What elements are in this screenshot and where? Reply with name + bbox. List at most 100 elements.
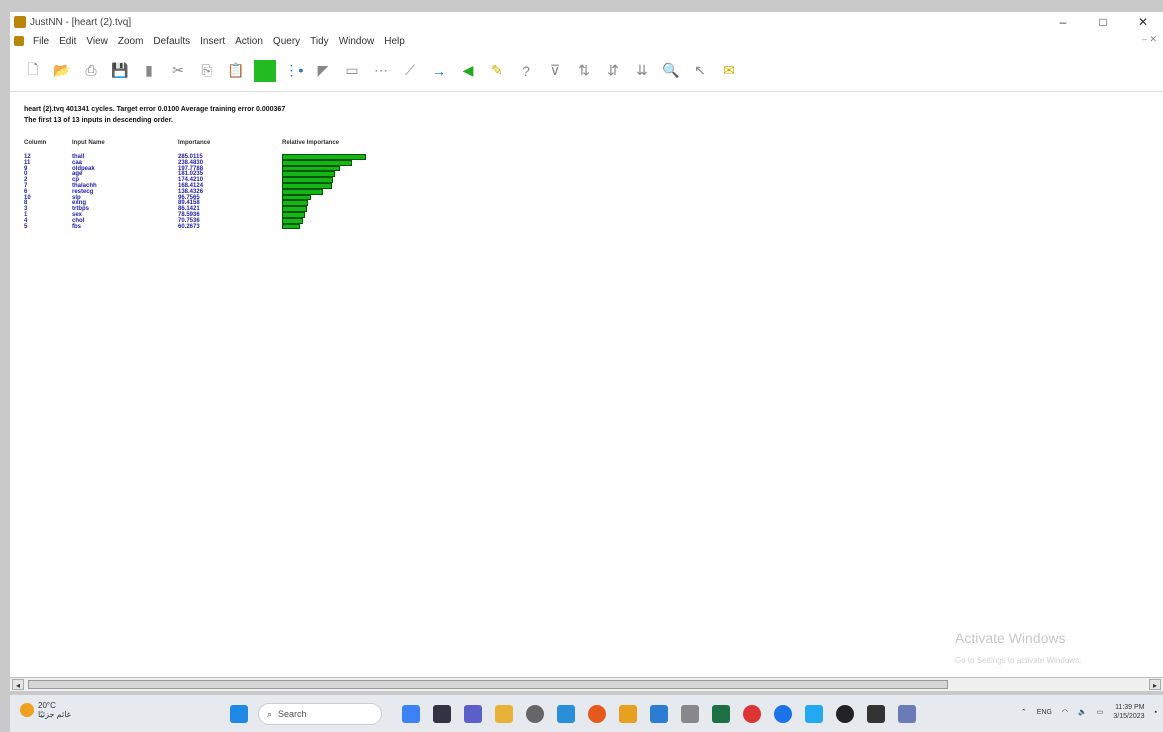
menu-tidy[interactable]: Tidy bbox=[305, 36, 334, 47]
weather-icon bbox=[20, 703, 34, 717]
flag-icon[interactable]: ◀ bbox=[457, 60, 479, 82]
clock-date: 3/15/2023 bbox=[1113, 713, 1145, 720]
pen-icon[interactable]: ✎ bbox=[486, 60, 508, 82]
filter-icon[interactable]: ⊽ bbox=[544, 60, 566, 82]
column-icon[interactable]: ▮ bbox=[138, 60, 160, 82]
col-header-relative: Relative Importance bbox=[282, 140, 340, 146]
column-list: 12 11 9 0 2 7 6 10 8 3 1 4 5 bbox=[24, 154, 31, 230]
task-view-icon[interactable] bbox=[433, 705, 451, 723]
mdi-controls[interactable]: – ✕ bbox=[1142, 34, 1157, 45]
menu-window[interactable]: Window bbox=[334, 36, 380, 47]
taskbar-apps: ⌕ Search bbox=[230, 703, 929, 725]
tray-overflow-icon[interactable]: ⌃ bbox=[1021, 708, 1027, 716]
doc-icon bbox=[14, 36, 24, 46]
cut-icon[interactable]: ✂ bbox=[167, 60, 189, 82]
forward-icon[interactable]: → bbox=[428, 60, 450, 82]
vscode-icon[interactable] bbox=[805, 705, 823, 723]
weather-widget[interactable]: 20°C غائم جزئيًا bbox=[20, 701, 71, 719]
taskbar: 20°C غائم جزئيًا ⌕ Search ⌃ ENG ◠ 🔈 ▭ 11… bbox=[10, 695, 1163, 732]
scroll-right-icon[interactable]: ▸ bbox=[1149, 679, 1161, 690]
col-header-importance: Importance bbox=[178, 140, 211, 146]
app-icon bbox=[14, 16, 26, 28]
notepad-icon[interactable] bbox=[898, 705, 916, 723]
sort3-icon[interactable]: ⇊ bbox=[631, 60, 653, 82]
menu-defaults[interactable]: Defaults bbox=[148, 36, 195, 47]
report-document: heart (2).tvq 401341 cycles. Target erro… bbox=[10, 92, 1163, 677]
col-header-name: Input Name bbox=[72, 140, 105, 146]
save-icon[interactable]: 💾 bbox=[109, 60, 131, 82]
paste-icon[interactable]: 📋 bbox=[225, 60, 247, 82]
clock[interactable]: 11:39 PM 3/15/2023 bbox=[1113, 703, 1144, 721]
menu-view[interactable]: View bbox=[81, 36, 113, 47]
menu-zoom[interactable]: Zoom bbox=[113, 36, 149, 47]
query-icon[interactable]: ? bbox=[515, 60, 537, 82]
github-icon[interactable] bbox=[836, 705, 854, 723]
notification-icon[interactable]: ▪ bbox=[1155, 709, 1157, 716]
menu-file[interactable]: File bbox=[28, 36, 54, 47]
taskbar-search[interactable]: ⌕ Search bbox=[258, 703, 382, 725]
vlc-icon[interactable] bbox=[619, 705, 637, 723]
zoom-icon[interactable]: 🔍 bbox=[660, 60, 682, 82]
justnn-icon[interactable] bbox=[681, 705, 699, 723]
language-indicator[interactable]: ENG bbox=[1037, 709, 1052, 716]
widgets-icon[interactable] bbox=[402, 705, 420, 723]
grid-icon[interactable] bbox=[254, 59, 276, 82]
sort2-icon[interactable]: ⇵ bbox=[602, 60, 624, 82]
row-name: fbs bbox=[72, 223, 81, 230]
excel-icon[interactable] bbox=[712, 705, 730, 723]
edge-icon[interactable] bbox=[774, 705, 792, 723]
media-player-icon[interactable] bbox=[526, 705, 544, 723]
search-placeholder: Search bbox=[278, 709, 307, 719]
firefox-icon[interactable] bbox=[588, 705, 606, 723]
open-file-icon[interactable]: 📂 bbox=[51, 60, 73, 82]
activation-watermark-hint: Go to Settings to activate Windows. bbox=[955, 656, 1082, 665]
menu-query[interactable]: Query bbox=[268, 36, 305, 47]
wand-icon[interactable]: ↖ bbox=[689, 60, 711, 82]
scroll-left-icon[interactable]: ◂ bbox=[12, 679, 24, 690]
col-header-column: Column bbox=[24, 140, 47, 146]
sort-icon[interactable]: ⇅ bbox=[573, 60, 595, 82]
new-file-icon[interactable]: 🗋 bbox=[22, 60, 44, 82]
scroll-thumb[interactable] bbox=[28, 680, 948, 689]
search-icon: ⌕ bbox=[267, 708, 273, 719]
name-list: thall caa oldpeak age cp thalachh restec… bbox=[72, 154, 97, 230]
close-button[interactable]: ✕ bbox=[1123, 12, 1163, 32]
report-summary: heart (2).tvq 401341 cycles. Target erro… bbox=[24, 106, 286, 113]
menu-bar: File Edit View Zoom Defaults Insert Acti… bbox=[10, 32, 1163, 50]
learn-icon[interactable]: ◤ bbox=[312, 60, 334, 82]
weather-desc: غائم جزئيًا bbox=[38, 710, 71, 719]
chart-icon[interactable]: ▭ bbox=[341, 60, 363, 82]
importance-list: 285.0115 238.4830 197.7788 181.0235 174.… bbox=[178, 154, 203, 230]
window-controls: – □ ✕ bbox=[1043, 12, 1163, 32]
menu-action[interactable]: Action bbox=[230, 36, 268, 47]
chrome-icon[interactable] bbox=[743, 705, 761, 723]
mail-icon[interactable]: ✉ bbox=[718, 60, 740, 82]
word-icon[interactable] bbox=[650, 705, 668, 723]
volume-icon[interactable]: 🔈 bbox=[1078, 708, 1087, 716]
menu-edit[interactable]: Edit bbox=[54, 36, 81, 47]
copy-icon[interactable]: ⎘ bbox=[196, 60, 218, 82]
activation-watermark: Activate Windows bbox=[955, 630, 1066, 646]
importance-bar bbox=[282, 223, 300, 230]
maximize-button[interactable]: □ bbox=[1083, 12, 1123, 32]
network-icon[interactable]: ⋮• bbox=[283, 60, 305, 82]
battery-icon[interactable]: ▭ bbox=[1097, 708, 1104, 716]
graph-icon[interactable]: ⟋ bbox=[399, 60, 421, 82]
desktop-screen: JustNN - [heart (2).tvq] – □ ✕ File Edit… bbox=[0, 0, 1163, 732]
app-grid-icon[interactable] bbox=[867, 705, 885, 723]
chat-icon[interactable] bbox=[464, 705, 482, 723]
start-menu-icon[interactable] bbox=[230, 705, 248, 723]
link-icon[interactable]: ⋯ bbox=[370, 60, 392, 82]
minimize-button[interactable]: – bbox=[1043, 12, 1083, 32]
file-explorer-icon[interactable] bbox=[495, 705, 513, 723]
menu-insert[interactable]: Insert bbox=[195, 36, 230, 47]
toolbar: 🗋 📂 ⎙ 💾 ▮ ✂ ⎘ 📋 ⋮• ◤ ▭ ⋯ ⟋ → ◀ ✎ ? ⊽ ⇅ ⇵… bbox=[10, 50, 1163, 92]
store-icon[interactable] bbox=[557, 705, 575, 723]
print-icon[interactable]: ⎙ bbox=[80, 60, 102, 82]
horizontal-scrollbar[interactable]: ◂ ▸ bbox=[10, 677, 1163, 691]
menu-help[interactable]: Help bbox=[379, 36, 410, 47]
window-titlebar: JustNN - [heart (2).tvq] – □ ✕ bbox=[10, 12, 1163, 32]
wifi-icon[interactable]: ◠ bbox=[1062, 708, 1068, 716]
row-column: 5 bbox=[24, 223, 28, 230]
clock-time: 11:39 PM bbox=[1115, 704, 1145, 711]
